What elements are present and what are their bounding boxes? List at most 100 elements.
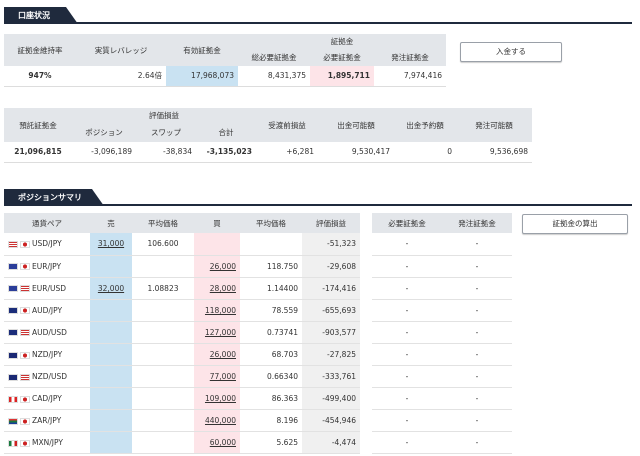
account-status-table: 証拠金維持率 実質レバレッジ 有効証拠金 証拠金 総必要証拠金 必要証拠金 発注… — [4, 34, 446, 87]
order-margin-cell: - — [475, 327, 479, 337]
sell-cell: 32,000 — [90, 277, 132, 300]
avg-sell-cell — [132, 321, 194, 343]
margin-row: -- — [372, 299, 512, 322]
account-status-header: 口座状況 — [0, 4, 640, 24]
avg-buy-cell — [240, 233, 302, 255]
required-margin-header: 必要証拠金 — [310, 49, 374, 66]
order-margin-cell: - — [475, 261, 479, 271]
total-pl-header: 合計 — [196, 122, 256, 142]
margin-row: -- — [372, 321, 512, 344]
margin-row: -- — [372, 366, 512, 388]
za-flag-icon — [8, 417, 18, 425]
jp-flag-icon — [20, 240, 30, 248]
jp-flag-icon — [20, 307, 30, 315]
position-pl-header: ポジション — [72, 122, 136, 142]
order-margin-cell: - — [475, 416, 479, 426]
sell-cell — [90, 365, 132, 388]
avg-buy-cell: 1.14400 — [266, 283, 298, 293]
pair-name: MXN/JPY — [32, 438, 63, 448]
pair-cell: USD/JPY — [4, 233, 90, 255]
pair-cell: EUR/JPY — [4, 255, 90, 277]
pair-cell: ZAR/JPY — [4, 410, 90, 432]
real-leverage-header: 実質レバレッジ — [76, 34, 166, 66]
sell-cell — [90, 343, 132, 366]
order-margin-cell: - — [475, 305, 479, 315]
pair-cell: NZD/USD — [4, 366, 90, 388]
buy-amount-link[interactable]: 28,000 — [210, 284, 236, 293]
buy-amount-link[interactable]: 127,000 — [205, 328, 236, 337]
avg-sell-cell — [132, 366, 194, 388]
pair-cell: AUD/USD — [4, 321, 90, 343]
us-flag-icon — [20, 373, 30, 381]
margin-row: -- — [372, 410, 512, 432]
margin-row: -- — [372, 343, 512, 366]
position-row: MXN/JPY 60,000 5.625 -4,474 — [4, 431, 360, 454]
avg-sell-cell — [132, 343, 194, 365]
buy-amount-link[interactable]: 26,000 — [210, 262, 236, 271]
pl-header: 評価損益 — [302, 213, 360, 233]
deposit-margin-header: 預託証拠金 — [4, 108, 72, 142]
pair-name: EUR/JPY — [32, 261, 62, 271]
us-flag-icon — [20, 285, 30, 293]
position-margin-table: 必要証拠金 発注証拠金 -------------------- — [372, 213, 512, 454]
order-margin-cell: - — [475, 283, 479, 293]
eu-flag-icon — [8, 263, 18, 271]
position-summary-table: 通貨ペア 売 平均価格 買 平均価格 評価損益 USD/JPY 31,000 106… — [4, 213, 360, 454]
sell-header: 売 — [90, 213, 132, 233]
pl-cell: -903,577 — [302, 321, 360, 344]
order-margin-header: 発注証拠金 — [374, 49, 446, 66]
deposit-margin-value: 21,096,815 — [14, 147, 62, 157]
position-row: ZAR/JPY 440,000 8.196 -454,946 — [4, 409, 360, 432]
avg-sell-cell — [132, 299, 194, 321]
total-required-margin-value: 8,431,375 — [267, 71, 306, 81]
position-summary-header: ポジションサマリ — [0, 186, 640, 206]
position-row: NZD/USD 77,000 0.66340 -333,761 — [4, 365, 360, 388]
pair-cell: NZD/JPY — [4, 343, 90, 365]
pl-cell: -174,416 — [302, 277, 360, 300]
pair-name: NZD/JPY — [32, 350, 63, 360]
order-margin-cell: - — [475, 372, 479, 382]
position-pl-value: -3,096,189 — [91, 147, 132, 157]
withdraw-reserved-value: 0 — [447, 147, 452, 157]
pl-cell: -29,608 — [302, 255, 360, 278]
order-margin-cell: - — [475, 438, 479, 448]
pl-cell: -27,825 — [302, 343, 360, 366]
buy-amount-link[interactable]: 77,000 — [210, 372, 236, 381]
eu-flag-icon — [8, 285, 18, 293]
deposit-button[interactable]: 入金する — [460, 42, 562, 62]
real-leverage-value: 2.64倍 — [137, 71, 162, 81]
avg-sell-cell — [132, 410, 194, 432]
avg-sell-cell — [132, 255, 194, 277]
au-flag-icon — [8, 307, 18, 315]
req-margin-cell: - — [405, 394, 409, 404]
sell-amount-link[interactable]: 32,000 — [98, 284, 124, 293]
au-flag-icon — [8, 329, 18, 337]
buy-cell: 77,000 — [194, 365, 240, 388]
pl-cell: -454,946 — [302, 409, 360, 432]
unsettled-pl-value: +6,281 — [286, 147, 314, 157]
buy-amount-link[interactable]: 109,000 — [205, 394, 236, 403]
order-margin-col-header: 発注証拠金 — [442, 213, 512, 233]
req-margin-cell: - — [405, 438, 409, 448]
buy-amount-link[interactable]: 118,000 — [205, 306, 236, 315]
total-pl-value: -3,135,023 — [206, 147, 252, 157]
avg-buy-cell: 8.196 — [276, 416, 298, 426]
avg-buy-cell: 68.703 — [271, 350, 298, 360]
buy-amount-link[interactable]: 440,000 — [205, 416, 236, 425]
sell-cell: 31,000 — [90, 233, 132, 256]
nz-flag-icon — [8, 351, 18, 359]
withdrawable-header: 出金可能額 — [318, 108, 394, 142]
effective-margin-header: 有効証拠金 — [166, 34, 238, 66]
buy-amount-link[interactable]: 60,000 — [210, 438, 236, 447]
calc-margin-button[interactable]: 証拠金の算出 — [522, 214, 628, 234]
maintenance-rate-value: 947% — [28, 71, 52, 81]
pair-name: USD/JPY — [32, 239, 62, 249]
sell-amount-link[interactable]: 31,000 — [98, 239, 124, 248]
us-flag-icon — [8, 240, 18, 248]
sell-cell — [90, 255, 132, 278]
margin-row: -- — [372, 388, 512, 410]
pair-cell: AUD/JPY — [4, 299, 90, 321]
avg-sell-cell — [132, 388, 194, 410]
avg-buy-header: 平均価格 — [240, 213, 302, 233]
buy-amount-link[interactable]: 26,000 — [210, 350, 236, 359]
